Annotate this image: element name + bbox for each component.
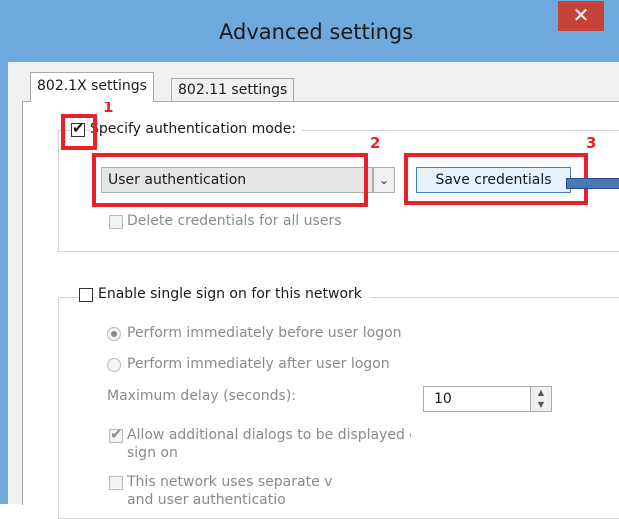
title-bar[interactable]: Advanced settings ✕ <box>0 0 619 62</box>
chevron-down-icon[interactable]: ⌄ <box>373 167 395 193</box>
allow-dialogs-checkbox[interactable] <box>109 425 123 443</box>
radio-after-logon-label: Perform immediately after user logon <box>127 356 390 372</box>
window-title: Advanced settings <box>219 20 414 44</box>
highlight-box-auth-mode <box>92 153 368 207</box>
delete-credentials-checkbox[interactable] <box>109 215 123 229</box>
tab-8021x-settings[interactable]: 802.1X settings <box>30 72 154 102</box>
close-button[interactable]: ✕ <box>558 1 604 31</box>
close-icon: ✕ <box>572 3 590 27</box>
highlight-box-checkbox <box>61 114 97 150</box>
max-delay-label: Maximum delay (seconds): <box>107 388 296 404</box>
separate-auth-checkbox[interactable] <box>109 476 123 490</box>
radio-before-logon[interactable] <box>107 327 121 341</box>
max-delay-input[interactable]: 10 <box>423 386 531 412</box>
tab-80211-settings[interactable]: 802.11 settings <box>171 78 295 102</box>
enable-sso-checkbox[interactable] <box>79 288 93 302</box>
cropped-area <box>411 428 619 504</box>
specify-auth-label: Specify authentication mode: <box>90 121 303 137</box>
radio-after-logon[interactable] <box>107 358 121 372</box>
annotation-number-3: 3 <box>586 134 597 152</box>
allow-dialogs-label-line2: sign on <box>127 445 178 461</box>
separate-auth-label-line1: This network uses separate v <box>127 474 333 490</box>
annotation-number-2: 2 <box>370 134 381 152</box>
delete-credentials-label: Delete credentials for all users <box>127 213 342 229</box>
separate-auth-label-line2: and user authenticatio <box>127 492 286 508</box>
max-delay-spinner[interactable]: ▲ ▼ <box>530 386 552 412</box>
highlight-box-save <box>404 153 588 205</box>
pointer-arrow <box>566 178 619 189</box>
radio-before-logon-label: Perform immediately before user logon <box>127 325 402 341</box>
enable-sso-label: Enable single sign on for this network <box>98 286 370 302</box>
